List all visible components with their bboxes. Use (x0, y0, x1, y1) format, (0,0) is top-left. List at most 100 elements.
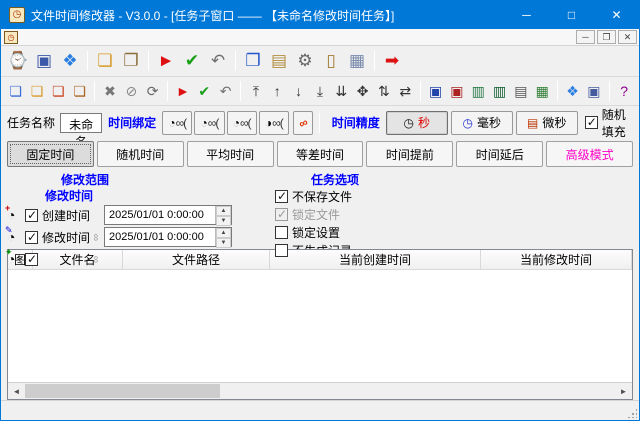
save-list-icon[interactable]: ▣ (426, 81, 445, 102)
move-up-icon[interactable]: ↑ (268, 81, 287, 102)
refresh-icon[interactable]: ⟳ (143, 81, 162, 102)
spin-up-icon[interactable]: ▲ (216, 206, 231, 216)
close-button[interactable]: ✕ (594, 1, 639, 29)
mdi-minimize-button[interactable]: ─ (576, 30, 595, 44)
scroll-left-icon[interactable]: ◄ (8, 383, 25, 399)
records-icon[interactable]: ▯ (319, 49, 343, 73)
app-colors-icon[interactable]: ❖ (563, 81, 582, 102)
bind-button-1[interactable]: ◔∞( (162, 111, 192, 135)
add-folder-icon[interactable]: ❏ (27, 81, 46, 102)
add-folder-time-icon[interactable]: ❏ (49, 81, 68, 102)
broken-chain-icon: ∞ (296, 114, 310, 130)
stopwatch-icon: ◷ (462, 116, 472, 130)
delete-icon[interactable]: ✖ (100, 81, 119, 102)
bind-button-3[interactable]: ◔∞( (227, 111, 257, 135)
no-record-checkbox[interactable] (275, 244, 288, 257)
mdi-close-button[interactable]: ✕ (618, 30, 637, 44)
run-task-icon[interactable]: ► (154, 49, 178, 73)
spin-up-icon[interactable]: ▲ (216, 228, 231, 238)
create-time-checkbox[interactable] (25, 209, 38, 222)
tab-arithmetic-time[interactable]: 等差时间 (277, 141, 364, 167)
spin-down-icon[interactable]: ▼ (216, 238, 231, 248)
tab-time-delay[interactable]: 时间延后 (456, 141, 543, 167)
lock-file-label: 锁定文件 (292, 206, 340, 223)
save-task-icon[interactable]: ▣ (32, 49, 56, 73)
file-list: 图 文件名 文件路径 当前创建时间 当前修改时间 ◄ ► (7, 249, 633, 400)
lock-settings-label: 锁定设置 (292, 224, 340, 241)
log-icon[interactable]: ▤ (267, 49, 291, 73)
column-header-filepath[interactable]: 文件路径 (123, 250, 270, 269)
task-manager-icon[interactable]: ❖ (58, 49, 82, 73)
tab-advanced-mode[interactable]: 高级模式 (546, 141, 633, 167)
add-files-icon[interactable]: ❏ (6, 81, 25, 102)
exit-icon[interactable]: ➡ (380, 49, 404, 73)
scrollbar-thumb[interactable] (25, 384, 220, 398)
modify-time-checkbox[interactable] (25, 231, 38, 244)
export-text-icon[interactable]: ▤ (511, 81, 530, 102)
file-list-header: 图 文件名 文件路径 当前创建时间 当前修改时间 (8, 250, 632, 270)
spin-down-icon[interactable]: ▼ (216, 216, 231, 226)
resize-grip[interactable] (627, 408, 637, 418)
scatter-icon[interactable]: ✥ (353, 81, 372, 102)
horizontal-scrollbar[interactable]: ◄ ► (8, 382, 632, 399)
create-time-label: 创建时间 (42, 207, 90, 224)
swap-icon[interactable]: ⇅ (374, 81, 393, 102)
move-first-icon[interactable]: ⤒ (246, 81, 265, 102)
export-table-icon[interactable]: ▦ (533, 81, 552, 102)
precision-milliseconds-button[interactable]: ◷ 毫秒 (451, 111, 513, 135)
create-time-datetime-field[interactable]: 2025/01/01 0:00:00 ▲▼ (104, 205, 232, 225)
shuffle-icon[interactable]: ⇄ (396, 81, 415, 102)
apply-check-icon[interactable]: ✔ (195, 81, 214, 102)
spread-icon[interactable]: ⇊ (332, 81, 351, 102)
tab-fixed-time[interactable]: 固定时间 (7, 141, 94, 167)
precision-seconds-button[interactable]: ◷ 秒 (386, 111, 448, 135)
maximize-button[interactable]: □ (549, 1, 594, 29)
import-task-icon[interactable]: ❐ (119, 49, 143, 73)
precision-microseconds-button[interactable]: ▤ 微秒 (516, 111, 578, 135)
settings-gear-icon[interactable]: ⚙ (293, 49, 317, 73)
open-task-icon[interactable]: ❏ (93, 49, 117, 73)
unbind-chain-button[interactable]: ∞ (293, 111, 313, 135)
column-header-modify-time[interactable]: 当前修改时间 (481, 250, 632, 269)
mode-tab-row: 固定时间 随机时间 平均时间 等差时间 时间提前 时间延后 高级模式 (1, 139, 639, 169)
no-save-file-checkbox[interactable] (275, 190, 288, 203)
duplicate-window-icon[interactable]: ❐ (241, 49, 265, 73)
save-time-icon[interactable]: ▣ (584, 81, 603, 102)
clear-list-icon[interactable]: ⊘ (122, 81, 141, 102)
modify-time-spinner[interactable]: ▲▼ (215, 228, 231, 246)
tab-random-time[interactable]: 随机时间 (97, 141, 184, 167)
save-list-as-icon[interactable]: ▣ (447, 81, 466, 102)
time-bind-label: 时间绑定 (108, 114, 156, 131)
scrollbar-track[interactable] (220, 383, 615, 399)
bind-button-4[interactable]: ◑∞( (259, 111, 289, 135)
modify-time-datetime-field[interactable]: 2025/01/01 0:00:00 ▲▼ (104, 227, 232, 247)
new-task-icon[interactable]: ⌚ (6, 49, 30, 73)
help-icon[interactable]: ? (615, 81, 634, 102)
preview-icon[interactable]: ▦ (345, 49, 369, 73)
undo-icon[interactable]: ↶ (206, 49, 230, 73)
column-header-create-time[interactable]: 当前创建时间 (270, 250, 481, 269)
run-icon[interactable]: ► (173, 81, 192, 102)
tab-time-advance[interactable]: 时间提前 (366, 141, 453, 167)
move-last-icon[interactable]: ⤓ (310, 81, 329, 102)
minimize-button[interactable]: ─ (504, 1, 549, 29)
import-excel-icon[interactable]: ▥ (469, 81, 488, 102)
lock-settings-checkbox[interactable] (275, 226, 288, 239)
apply-task-icon[interactable]: ✔ (180, 49, 204, 73)
file-list-body[interactable] (8, 270, 632, 382)
scroll-right-icon[interactable]: ► (615, 383, 632, 399)
remove-folder-icon[interactable]: ❏ (70, 81, 89, 102)
move-down-icon[interactable]: ↓ (289, 81, 308, 102)
undo-arrow-icon[interactable]: ↶ (216, 81, 235, 102)
chain-link-icon: ∞ (90, 254, 102, 265)
access-time-checkbox[interactable] (25, 253, 38, 266)
create-time-spinner[interactable]: ▲▼ (215, 206, 231, 224)
mdi-restore-button[interactable]: ❐ (597, 30, 616, 44)
random-fill-checkbox[interactable] (585, 116, 598, 129)
export-excel-icon[interactable]: ▥ (490, 81, 509, 102)
tab-average-time[interactable]: 平均时间 (187, 141, 274, 167)
task-name-field[interactable]: 未命名 (60, 113, 102, 133)
bind-button-2[interactable]: ◔∞( (194, 111, 224, 135)
no-save-file-label: 不保存文件 (292, 188, 352, 205)
column-header-filename[interactable]: 文件名 (33, 250, 123, 269)
